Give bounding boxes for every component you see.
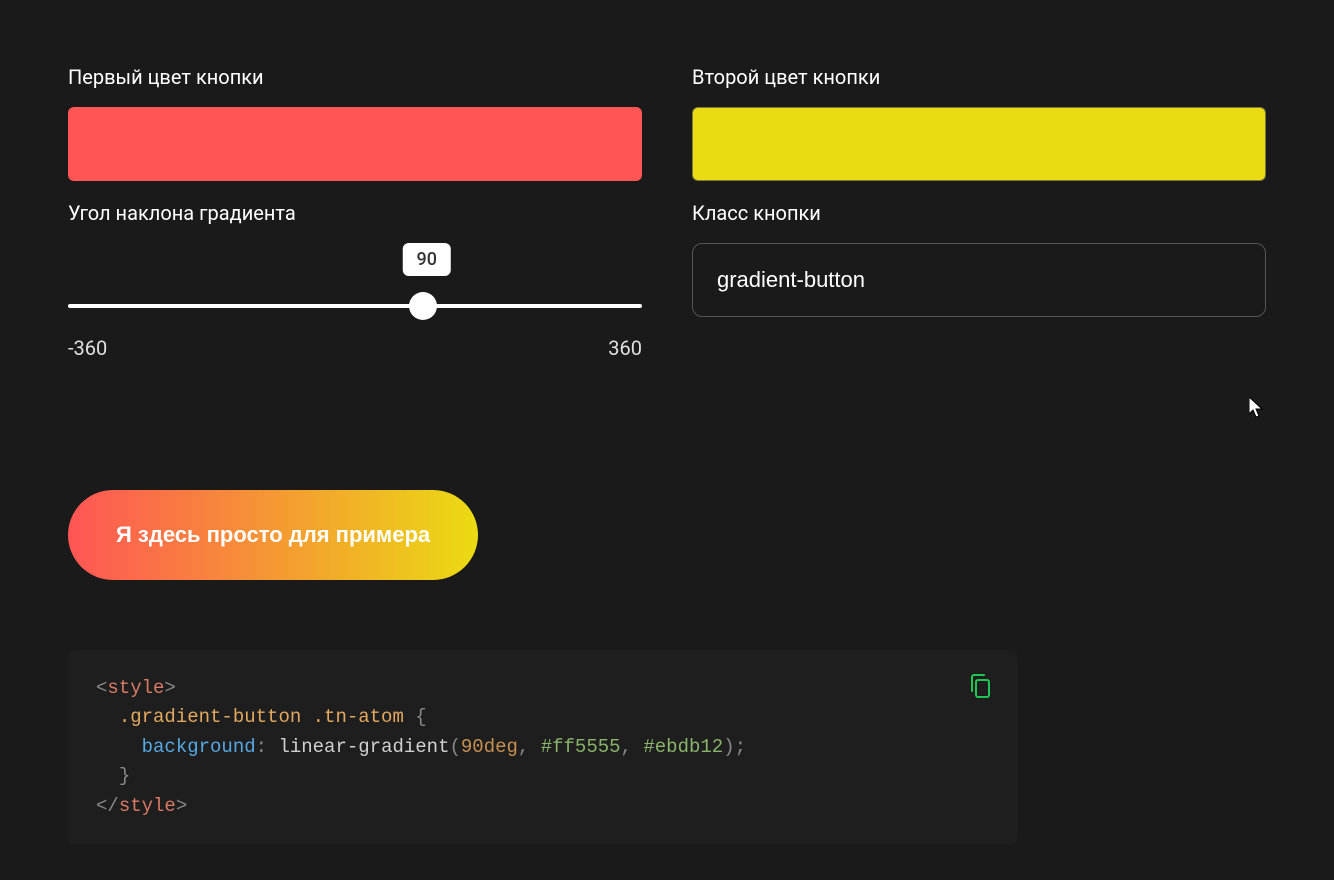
color-picker-2[interactable] <box>692 107 1266 181</box>
label-color2: Второй цвет кнопки <box>692 65 1266 89</box>
copy-icon <box>968 672 992 700</box>
code-num: 90deg <box>461 736 518 758</box>
code-punc: : <box>256 736 279 758</box>
code-prop: background <box>142 736 256 758</box>
code-punc: > <box>164 677 175 699</box>
class-input[interactable] <box>692 243 1266 317</box>
code-punc: </ <box>96 795 119 817</box>
code-tag: style <box>119 795 176 817</box>
angle-value-badge: 90 <box>403 243 451 276</box>
angle-slider[interactable] <box>68 304 642 308</box>
code-hex: #ebdb12 <box>643 736 723 758</box>
code-punc: > <box>176 795 187 817</box>
angle-min: -360 <box>68 336 107 360</box>
label-color1: Первый цвет кнопки <box>68 65 642 89</box>
code-tag: style <box>107 677 164 699</box>
copy-button[interactable] <box>964 668 996 707</box>
label-angle: Угол наклона градиента <box>68 201 642 225</box>
code-punc: ); <box>723 736 746 758</box>
code-output: <style> .gradient-button .tn-atom { back… <box>68 650 1018 845</box>
code-punc: , <box>518 736 541 758</box>
preview-button[interactable]: Я здесь просто для примера <box>68 490 478 580</box>
color-picker-1[interactable] <box>68 107 642 181</box>
code-punc: { <box>404 706 427 728</box>
code-punc: } <box>119 765 130 787</box>
code-punc: , <box>621 736 644 758</box>
code-hex: #ff5555 <box>541 736 621 758</box>
code-selector: .gradient-button .tn-atom <box>119 706 404 728</box>
label-class: Класс кнопки <box>692 201 1266 225</box>
code-punc: ( <box>449 736 460 758</box>
angle-max: 360 <box>608 336 642 360</box>
code-punc: < <box>96 677 107 699</box>
code-func: linear-gradient <box>278 736 449 758</box>
angle-slider-wrap: 90 -360 360 <box>68 243 642 360</box>
mouse-cursor-icon <box>1249 397 1265 419</box>
